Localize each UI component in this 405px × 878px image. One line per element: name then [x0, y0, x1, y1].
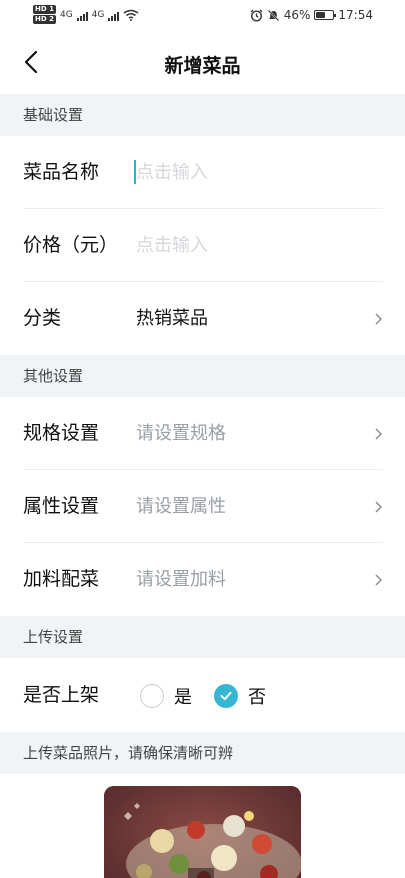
- wifi-icon: [123, 9, 139, 21]
- chevron-right-icon: [375, 428, 383, 440]
- section-other-settings: 其他设置: [0, 355, 405, 397]
- status-left: HD 1 HD 2 4G 4G: [33, 5, 139, 24]
- network-type-1: 4G: [59, 9, 73, 20]
- clock: 17:54: [338, 8, 373, 22]
- chevron-right-icon: [375, 574, 383, 586]
- status-right: 46% 17:54: [250, 8, 373, 22]
- extras-row[interactable]: 加料配菜 请设置加料: [0, 543, 405, 616]
- price-row: 价格（元）: [0, 209, 405, 282]
- dish-name-label: 菜品名称: [23, 161, 100, 183]
- dish-name-row: 菜品名称: [0, 136, 405, 209]
- check-icon: [220, 691, 232, 700]
- radio-yes-label: 是: [174, 686, 192, 708]
- text-caret: [134, 160, 136, 184]
- battery-icon: [314, 10, 337, 20]
- radio-option-no[interactable]: 否: [214, 659, 266, 732]
- dish-name-value: [136, 136, 376, 209]
- category-row[interactable]: 分类 热销菜品: [0, 282, 405, 355]
- signal-icon: [108, 9, 120, 21]
- signal-icon: [76, 9, 88, 21]
- section-basic-settings: 基础设置: [0, 94, 405, 136]
- attribute-label: 属性设置: [23, 495, 100, 517]
- price-label: 价格（元）: [23, 234, 119, 256]
- chevron-right-icon: [375, 313, 383, 325]
- section-shelf-settings: 上传设置: [0, 616, 405, 658]
- dish-photo: [104, 786, 301, 878]
- radio-no[interactable]: [214, 683, 238, 708]
- chevron-right-icon: [375, 501, 383, 513]
- section-photo-upload: 上传菜品照片，请确保清晰可辨: [0, 732, 405, 774]
- category-label: 分类: [23, 307, 62, 329]
- spec-label: 规格设置: [23, 422, 100, 444]
- dish-name-input[interactable]: [136, 136, 376, 209]
- spec-value: 请设置规格: [136, 423, 226, 444]
- alarm-icon: [250, 9, 263, 22]
- sim1-badge: HD 1: [33, 5, 56, 14]
- sim2-badge: HD 2: [33, 15, 56, 24]
- mute-icon: [267, 9, 279, 21]
- attribute-row[interactable]: 属性设置 请设置属性: [0, 470, 405, 543]
- status-bar: HD 1 HD 2 4G 4G 46% 17:54: [0, 0, 405, 32]
- attribute-value: 请设置属性: [136, 496, 226, 517]
- radio-yes[interactable]: [140, 683, 164, 708]
- photo-upload-area: [0, 774, 405, 878]
- category-value: 热销菜品: [136, 308, 208, 329]
- extras-label: 加料配菜: [23, 568, 100, 590]
- price-input[interactable]: [136, 209, 376, 282]
- on-shelf-label: 是否上架: [23, 684, 100, 706]
- extras-value: 请设置加料: [136, 569, 226, 590]
- sim-indicators: HD 1 HD 2: [33, 5, 56, 24]
- radio-option-yes[interactable]: 是: [140, 659, 192, 732]
- battery-percent: 46%: [283, 8, 311, 22]
- network-type-2: 4G: [91, 9, 105, 20]
- on-shelf-row: 是否上架 是 否: [0, 659, 405, 732]
- photo-upload-box[interactable]: [104, 786, 301, 878]
- page-title: 新增菜品: [164, 55, 241, 77]
- spec-row[interactable]: 规格设置 请设置规格: [0, 397, 405, 470]
- radio-no-label: 否: [248, 686, 266, 708]
- price-value: [136, 209, 376, 282]
- nav-bar: 新增菜品: [0, 32, 405, 94]
